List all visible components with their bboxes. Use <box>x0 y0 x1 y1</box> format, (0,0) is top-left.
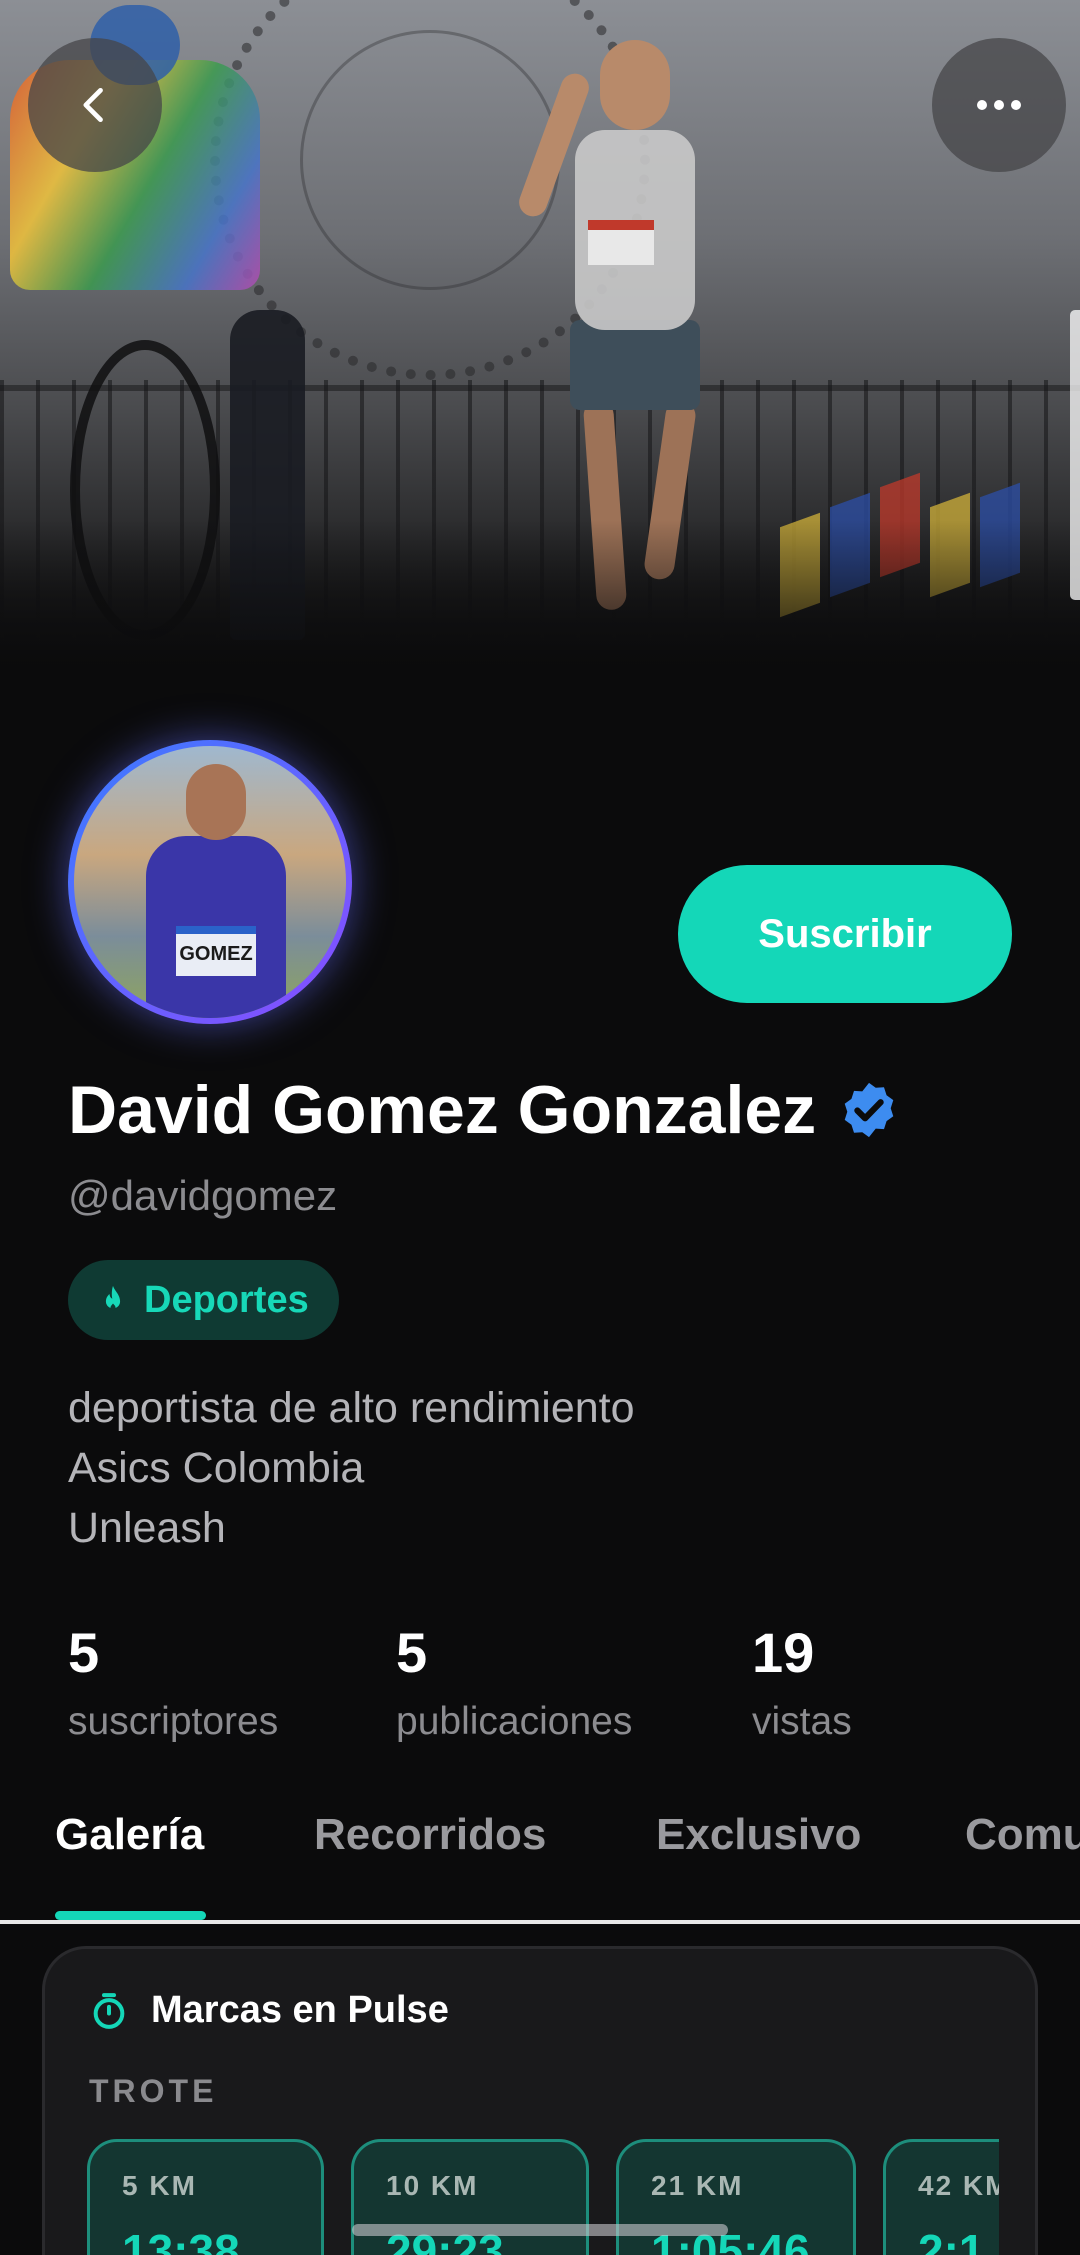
display-name: David Gomez Gonzalez <box>68 1072 817 1148</box>
active-tab-indicator <box>55 1911 206 1920</box>
chevron-left-icon <box>83 87 103 123</box>
mark-distance: 5 KM <box>122 2170 197 2201</box>
more-horizontal-icon <box>977 100 1021 110</box>
mark-distance: 10 KM <box>386 2170 479 2201</box>
profile-screen: GOMEZ Suscribir David Gomez Gonzalez @da… <box>0 0 1080 2255</box>
mark-time: 2:1 <box>918 2225 985 2255</box>
mark-time: 13:38 <box>122 2225 240 2255</box>
subscribe-button[interactable]: Suscribir <box>678 865 1012 1003</box>
mark-distance: 21 KM <box>651 2170 744 2201</box>
mark-tile-10km[interactable]: 10 KM 29:23 <box>351 2139 589 2255</box>
stat-value: 5 <box>68 1621 100 1684</box>
category-label: Deportes <box>144 1278 309 1321</box>
category-chip[interactable]: Deportes <box>68 1260 339 1340</box>
profile-name-row: David Gomez Gonzalez <box>68 1068 900 1152</box>
avatar-bib-text: GOMEZ <box>176 926 256 976</box>
stat-subscribers[interactable]: 5 suscriptores <box>68 1620 278 1744</box>
tab-recorridos[interactable]: Recorridos <box>314 1810 546 1860</box>
tab-exclusivo[interactable]: Exclusivo <box>656 1810 861 1860</box>
marks-list: 5 KM 13:38 10 KM 29:23 21 KM 1:05:46 42 … <box>45 1949 999 2255</box>
profile-bio: deportista de alto rendimiento Asics Col… <box>68 1378 635 1558</box>
pulse-marks-card: Marcas en Pulse TROTE 5 KM 13:38 10 KM 2… <box>42 1946 1038 2255</box>
tab-comunidad[interactable]: Comu <box>965 1810 1080 1860</box>
mark-distance: 42 KM <box>918 2170 999 2201</box>
profile-tabs: Galería Recorridos Exclusivo Comu <box>0 1790 1080 1922</box>
stat-views[interactable]: 19 vistas <box>752 1620 852 1744</box>
more-options-button[interactable] <box>932 38 1066 172</box>
flame-icon <box>105 1285 121 1311</box>
tab-galeria[interactable]: Galería <box>55 1810 204 1860</box>
avatar-photo: GOMEZ <box>74 746 346 1018</box>
cover-photo <box>0 0 1080 680</box>
stat-value: 19 <box>752 1621 815 1684</box>
bio-line: Asics Colombia <box>68 1444 365 1492</box>
stat-label: vistas <box>752 1700 852 1743</box>
tabs-divider <box>0 1920 1080 1924</box>
back-button[interactable] <box>28 38 162 172</box>
bio-line: deportista de alto rendimiento <box>68 1384 635 1432</box>
bio-line: Unleash <box>68 1504 226 1552</box>
username-handle: @davidgomez <box>68 1172 338 1219</box>
stat-label: publicaciones <box>396 1700 633 1743</box>
scroll-indicator <box>1070 310 1080 600</box>
stat-label: suscriptores <box>68 1700 279 1743</box>
avatar[interactable]: GOMEZ <box>68 740 352 1024</box>
mark-tile-21km[interactable]: 21 KM 1:05:46 <box>616 2139 856 2255</box>
stat-posts[interactable]: 5 publicaciones <box>396 1620 632 1744</box>
mark-tile-42km[interactable]: 42 KM 2:1 <box>883 2139 999 2255</box>
home-indicator[interactable] <box>352 2224 728 2236</box>
verified-badge-icon <box>844 1082 894 1138</box>
mark-tile-5km[interactable]: 5 KM 13:38 <box>87 2139 324 2255</box>
stat-value: 5 <box>396 1621 428 1684</box>
